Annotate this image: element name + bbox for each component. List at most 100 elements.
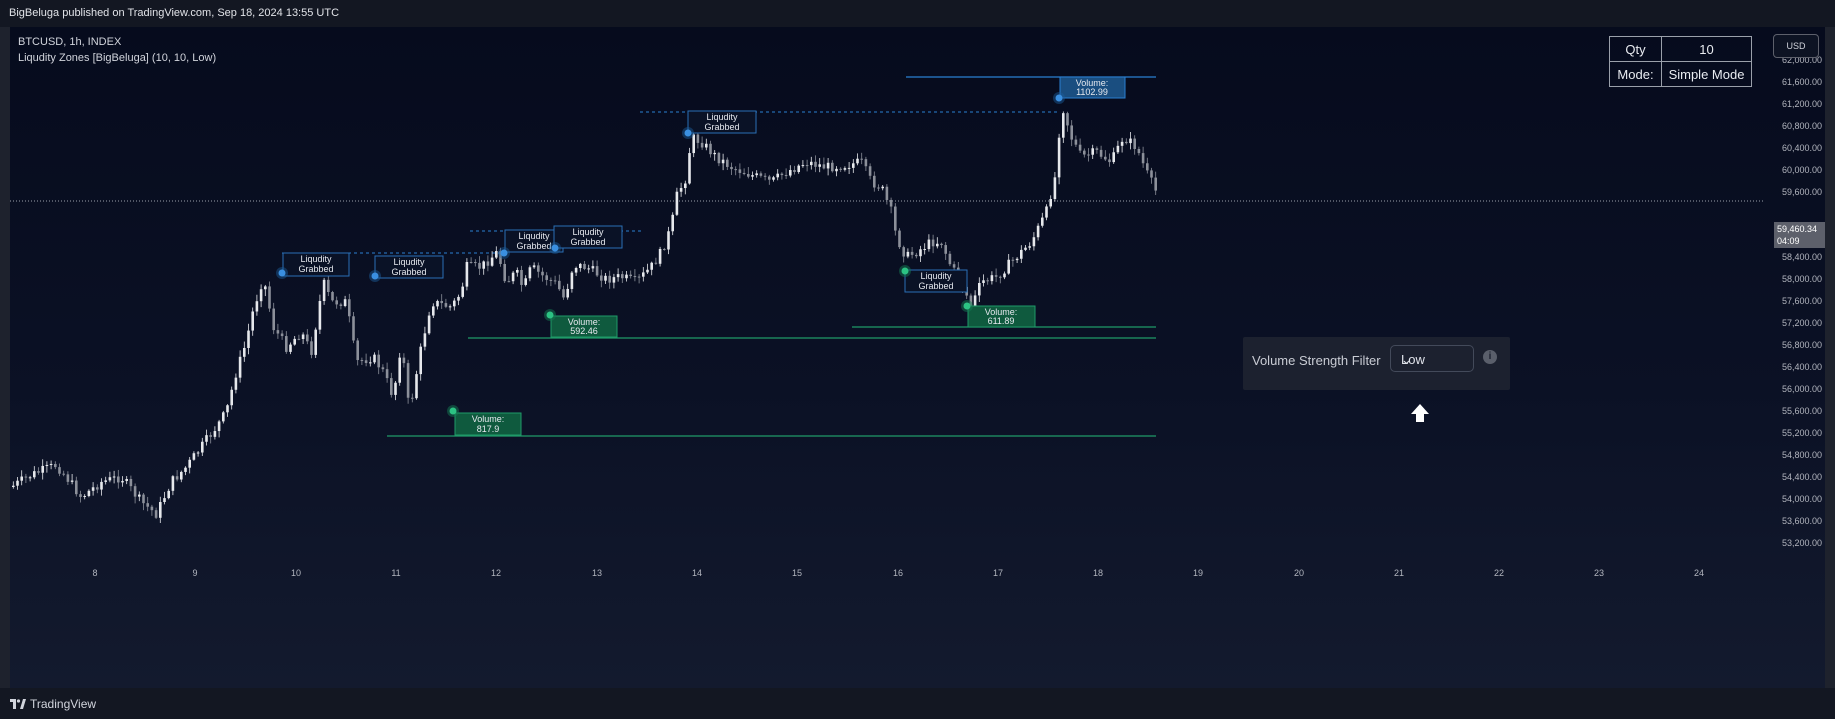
candle-body: [1083, 150, 1086, 155]
candle-body: [259, 289, 263, 302]
qty-value: 10: [1661, 36, 1752, 62]
published-header: BigBeluga published on TradingView.com, …: [0, 0, 1835, 27]
candle-body: [738, 169, 742, 173]
candle-body: [537, 265, 540, 272]
candle-body: [1057, 137, 1061, 178]
price-axis[interactable]: 62,000.0061,600.0061,200.0060,800.0060,4…: [1782, 55, 1822, 548]
candle-body: [612, 277, 616, 283]
candle-body: [805, 165, 809, 167]
candle-body: [171, 476, 175, 491]
time-axis-label: 19: [1193, 568, 1203, 578]
candle-body: [1146, 163, 1149, 171]
candle-body: [146, 503, 149, 507]
candle-body: [297, 338, 301, 340]
candle-body: [747, 173, 750, 177]
candle-body: [1112, 152, 1115, 163]
candle-body: [419, 346, 422, 375]
candle-body: [780, 173, 784, 176]
candle-body: [826, 162, 830, 169]
candle-body: [654, 262, 658, 264]
candle-body: [507, 281, 511, 283]
liquidity-label: Liqudity Grabbed: [374, 255, 444, 279]
candle-body: [709, 143, 712, 155]
svg-text:Grabbed: Grabbed: [704, 122, 739, 132]
candle-body: [100, 481, 103, 490]
candle-body: [448, 306, 452, 308]
svg-text:Grabbed: Grabbed: [516, 241, 551, 251]
chart-pane[interactable]: Liqudity Grabbed Liqudity Grabbed Liqudi…: [10, 27, 1825, 688]
candle-body: [684, 183, 687, 189]
candle-body: [705, 143, 708, 148]
candle-body: [58, 467, 61, 474]
candle-body: [688, 153, 691, 184]
candle-body: [629, 274, 632, 277]
candle-body: [159, 502, 162, 518]
candle-body: [373, 354, 376, 363]
candle-body: [381, 367, 385, 370]
candle-body: [696, 134, 700, 143]
mode-label: Mode:: [1609, 61, 1662, 87]
candle-body: [549, 279, 553, 281]
price-axis-label: 57,600.00: [1782, 296, 1822, 306]
price-axis-label: 57,200.00: [1782, 318, 1822, 328]
price-axis-label: 59,600.00: [1782, 187, 1822, 197]
indicator-info[interactable]: Liqudity Zones [BigBeluga] (10, 10, Low): [18, 50, 216, 66]
candle-body: [301, 334, 305, 339]
candle-body: [247, 330, 250, 348]
candle-body: [856, 158, 859, 164]
volume-strength-select[interactable]: Low ⌄: [1390, 345, 1474, 372]
candle-body: [285, 336, 288, 352]
candle-body: [658, 248, 662, 264]
candle-body: [390, 378, 393, 395]
candle-body: [1032, 237, 1036, 247]
candle-body: [108, 477, 112, 481]
candle-body: [1120, 141, 1124, 146]
candle-body: [936, 243, 939, 247]
candle-body: [12, 485, 15, 487]
candle-body: [490, 257, 494, 266]
candle-body: [797, 165, 800, 172]
svg-text:Liqudity: Liqudity: [300, 254, 332, 264]
candle-body: [91, 487, 95, 491]
candle-body: [1011, 259, 1015, 261]
candle-body: [398, 357, 401, 383]
volume-strength-filter-label: Volume Strength Filter: [1252, 353, 1381, 368]
qty-mode-table: Qty 10 Mode: Simple Mode: [1609, 36, 1752, 87]
price-axis-label: 56,800.00: [1782, 340, 1822, 350]
volume-label-resistance: Volume: 1102.99: [1059, 76, 1126, 99]
candle-body: [469, 262, 473, 264]
volume-label-support: Volume: 817.9: [454, 412, 522, 436]
candle-body: [835, 168, 838, 172]
candle-body: [444, 303, 448, 307]
last-price-tag: 59,460.34 04:09: [1774, 222, 1825, 248]
candle-body: [679, 188, 683, 192]
candle-body: [742, 172, 746, 174]
candle-body: [96, 487, 99, 490]
price-axis-label: 58,400.00: [1782, 252, 1822, 262]
currency-button[interactable]: USD: [1773, 34, 1819, 58]
candle-body: [16, 480, 19, 486]
candle-body: [222, 412, 225, 422]
candle-body: [268, 286, 271, 309]
time-axis[interactable]: 8 9 10 11 12 13 14 15 16 17 18 19 20 21 22 23 24: [92, 568, 1704, 578]
candle-body: [238, 356, 242, 378]
candle-body: [331, 292, 334, 301]
candle-body: [192, 453, 196, 460]
candle-body: [209, 435, 212, 437]
candle-body: [138, 494, 141, 497]
candle-body: [822, 164, 826, 169]
candle-body: [562, 289, 565, 298]
candle-body: [163, 498, 166, 503]
price-chart[interactable]: Liqudity Grabbed Liqudity Grabbed Liqudi…: [10, 27, 1825, 688]
liquidity-markers: [276, 92, 1065, 417]
volume-strength-filter-panel: Volume Strength Filter Low ⌄ i: [1243, 337, 1510, 390]
candle-body: [755, 173, 758, 176]
candle-body: [524, 278, 527, 285]
candle-body: [411, 397, 414, 399]
tradingview-logo[interactable]: TradingView: [10, 697, 96, 711]
candle-body: [255, 301, 259, 312]
candle-body: [1095, 148, 1099, 150]
time-axis-label: 23: [1594, 568, 1604, 578]
info-icon[interactable]: i: [1483, 350, 1497, 364]
candle-body: [486, 261, 490, 266]
